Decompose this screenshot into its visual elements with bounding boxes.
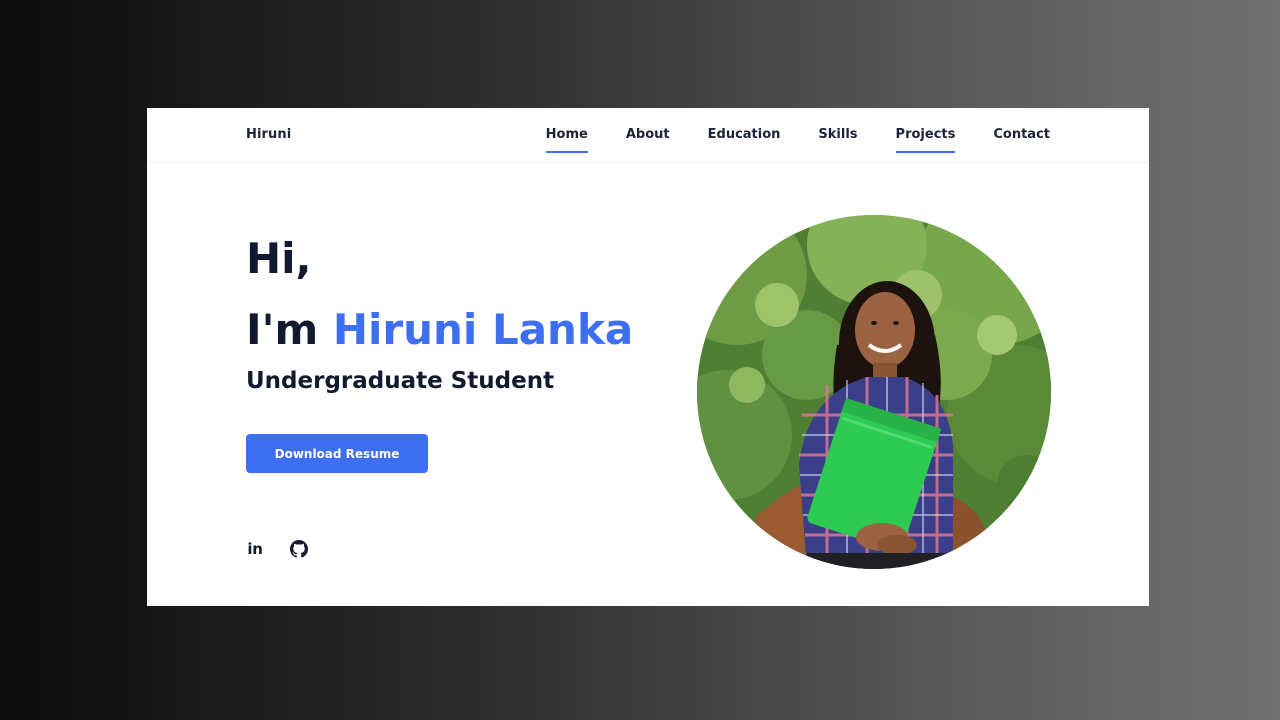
nav-about[interactable]: About: [626, 108, 670, 163]
navbar: Hiruni Home About Education Skills Proje…: [147, 108, 1149, 163]
nav-education[interactable]: Education: [708, 108, 781, 163]
nav-projects[interactable]: Projects: [895, 108, 955, 163]
hero-greeting: Hi,: [246, 234, 312, 283]
nav-links: Home About Education Skills Projects Con…: [545, 108, 1050, 163]
site-logo[interactable]: Hiruni: [246, 127, 291, 142]
download-resume-button[interactable]: Download Resume: [246, 434, 428, 473]
github-link[interactable]: [288, 538, 310, 560]
linkedin-link[interactable]: in: [244, 538, 266, 560]
hero-name: Hiruni Lanka: [332, 305, 634, 354]
hero-intro: I'm Hiruni Lanka: [246, 309, 633, 351]
nav-contact[interactable]: Contact: [993, 108, 1050, 163]
website-frame: Hiruni Home About Education Skills Proje…: [147, 108, 1149, 606]
github-icon: [290, 540, 308, 558]
profile-photo: [697, 215, 1051, 569]
hero-intro-prefix: I'm: [246, 305, 333, 354]
nav-home[interactable]: Home: [545, 108, 589, 163]
profile-photo-illustration: [697, 215, 1051, 569]
linkedin-icon: in: [247, 540, 263, 558]
nav-skills[interactable]: Skills: [818, 108, 857, 163]
hero-role: Undergraduate Student: [246, 368, 555, 394]
